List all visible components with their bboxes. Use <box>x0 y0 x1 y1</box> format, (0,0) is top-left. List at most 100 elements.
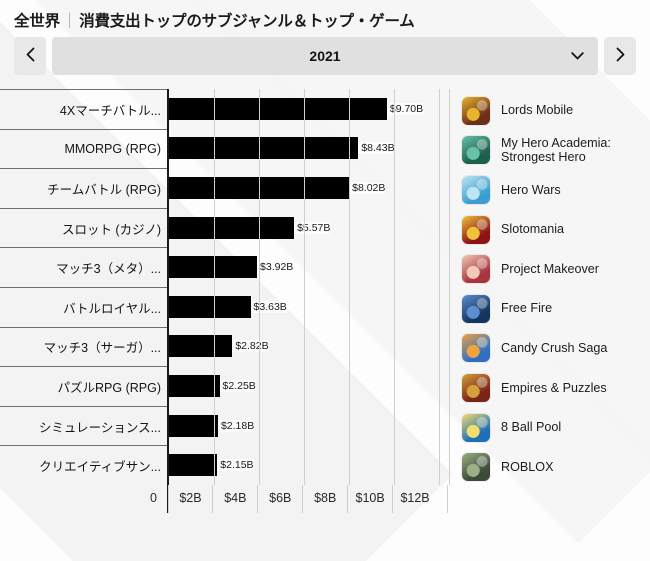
gridline <box>258 89 260 485</box>
bar-row[interactable]: $2.18B <box>169 406 450 446</box>
category-label: シミュレーションス... <box>0 405 167 446</box>
bar[interactable] <box>169 137 359 160</box>
hero-wars-icon <box>462 175 490 204</box>
bar-row[interactable]: $2.25B <box>169 366 450 406</box>
top-games-legend: Lords Mobile My Hero Academia: Strongest … <box>450 89 650 529</box>
chart-plot-area: 4Xマーチバトル... MMORPG (RPG) チームバトル (RPG) スロット … <box>0 89 450 519</box>
bar-row[interactable]: $8.43B <box>169 129 450 169</box>
bar[interactable] <box>169 97 387 120</box>
top-game-name: 8 Ball Pool <box>501 420 562 435</box>
bar-value-label: $8.43B <box>358 142 395 155</box>
axis-tick: $12B <box>392 485 437 513</box>
top-game-name: Free Fire <box>501 301 553 316</box>
bar-row[interactable]: $5.57B <box>169 208 450 248</box>
bar-row[interactable]: $2.82B <box>169 327 450 367</box>
axis-tick: $4B <box>212 485 257 513</box>
prev-year-button[interactable] <box>14 37 46 75</box>
category-label: パズルRPG (RPG) <box>0 366 167 406</box>
chevron-left-icon <box>26 47 35 65</box>
slotomania-icon <box>462 215 490 244</box>
category-label: MMORPG (RPG) <box>0 128 167 169</box>
top-game-row[interactable]: ROBLOX <box>462 447 650 487</box>
year-dropdown[interactable]: 2021 <box>52 37 598 75</box>
my-hero-academia-icon <box>462 136 490 165</box>
top-game-row[interactable]: Free Fire <box>462 289 650 329</box>
top-game-row[interactable]: Hero Wars <box>462 170 650 210</box>
top-game-name: Lords Mobile <box>501 103 574 118</box>
chart-panel: 全世界｜消費支出トップのサブジャンル＆トップ・ゲーム 2021 4Xマーチバトル… <box>0 0 650 561</box>
top-game-row[interactable]: Candy Crush Saga <box>462 329 650 369</box>
top-game-name: Slotomania <box>501 222 565 237</box>
bar[interactable] <box>169 414 218 437</box>
gridline <box>213 89 215 485</box>
year-selector: 2021 <box>0 37 650 75</box>
candy-crush-icon <box>462 334 490 363</box>
bar-chart: 4Xマーチバトル... MMORPG (RPG) チームバトル (RPG) スロット … <box>0 89 650 529</box>
bar[interactable] <box>169 295 251 318</box>
bar[interactable] <box>169 454 218 477</box>
gridline <box>348 89 350 485</box>
roblox-icon <box>462 453 490 482</box>
gridline <box>303 89 305 485</box>
bar-row[interactable]: $3.92B <box>169 247 450 287</box>
category-label: クリエイティブサン... <box>0 445 167 485</box>
axis-tick-label: $8B <box>314 491 337 505</box>
axis-tick: $8B <box>302 485 347 513</box>
axis-tick: $10B <box>347 485 392 513</box>
page-title: 全世界｜消費支出トップのサブジャンル＆トップ・ゲーム <box>0 0 650 37</box>
bar-row[interactable]: $3.63B <box>169 287 450 327</box>
bar-value-label: $2.82B <box>232 340 269 353</box>
bar-row[interactable]: $2.15B <box>169 445 450 485</box>
title-region: 全世界 <box>14 13 60 30</box>
top-game-row[interactable]: 8 Ball Pool <box>462 408 650 448</box>
bar-value-label: $2.25B <box>219 379 256 392</box>
category-label: マッチ3（メタ）... <box>0 247 167 287</box>
bar-value-label: $9.70B <box>386 102 424 115</box>
bar-row[interactable]: $8.02B <box>169 168 450 208</box>
8-ball-pool-icon <box>462 413 490 442</box>
top-game-row[interactable]: Lords Mobile <box>462 91 650 131</box>
chevron-down-icon[interactable] <box>571 52 584 61</box>
category-label: マッチ3（サーガ）... <box>0 326 167 367</box>
gridline <box>448 89 450 485</box>
axis-tick: $2B <box>167 485 213 513</box>
bar-value-label: $8.02B <box>349 181 386 194</box>
axis-tick-label: 0 <box>150 491 157 505</box>
category-label: スロット (カジノ) <box>0 207 167 248</box>
bar[interactable] <box>169 335 233 358</box>
gridline <box>438 89 440 485</box>
year-value: 2021 <box>309 48 341 64</box>
axis-tick-label: $6B <box>269 491 292 505</box>
axis-tick <box>446 485 448 513</box>
top-game-name: Empires & Puzzles <box>501 380 607 395</box>
axis-tick-label: $2B <box>179 491 202 505</box>
axis-tick-label: $10B <box>355 491 385 505</box>
top-game-name: My Hero Academia: Strongest Hero <box>501 135 611 165</box>
top-game-name: Hero Wars <box>501 182 561 197</box>
bar[interactable] <box>169 374 220 397</box>
title-main: 消費支出トップのサブジャンル＆トップ・ゲーム <box>79 13 415 30</box>
bar-value-label: $2.15B <box>217 459 254 472</box>
next-year-button[interactable] <box>604 37 636 75</box>
top-game-row[interactable]: Empires & Puzzles <box>462 368 650 408</box>
axis-tick-label: $12B <box>400 491 430 505</box>
bar-value-label: $2.18B <box>217 419 255 432</box>
top-game-row[interactable]: Slotomania <box>462 210 650 250</box>
top-game-row[interactable]: Project Makeover <box>462 249 650 289</box>
axis-tick-label: $4B <box>224 491 247 505</box>
gridline <box>393 89 395 485</box>
empires-puzzles-icon <box>462 373 490 402</box>
top-game-row[interactable]: My Hero Academia: Strongest Hero <box>462 131 650 171</box>
bar-row[interactable]: $9.70B <box>169 89 450 129</box>
bar-value-label: $3.92B <box>257 261 294 274</box>
top-game-name: ROBLOX <box>501 459 554 474</box>
lords-mobile-icon <box>462 96 490 125</box>
bar-value-label: $5.57B <box>294 221 331 234</box>
free-fire-icon <box>462 294 490 323</box>
title-separator: ｜ <box>61 13 78 30</box>
bar[interactable] <box>169 216 295 239</box>
value-axis: 0 $2B $4B $6B $8B $10B $12B <box>0 485 450 519</box>
top-game-name: Candy Crush Saga <box>501 340 608 355</box>
category-label: チームバトル (RPG) <box>0 168 167 208</box>
top-game-name: Project Makeover <box>501 261 599 276</box>
